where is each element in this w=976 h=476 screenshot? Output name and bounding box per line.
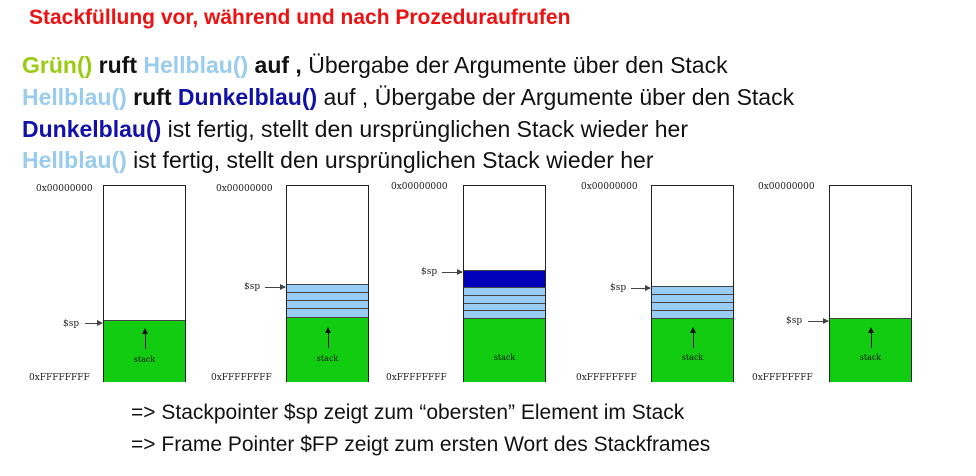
bottom-address-label: 0xFFFFFFFF xyxy=(386,373,447,383)
lightblue-frame-row xyxy=(287,292,368,300)
green-frame: stack xyxy=(830,318,911,382)
lightblue-frame-row xyxy=(464,295,545,303)
stack-label: stack xyxy=(133,355,156,364)
stack-box: stack xyxy=(286,185,369,382)
page-title: Stackfüllung vor, während und nach Proze… xyxy=(29,6,571,29)
growth-arrow xyxy=(142,328,148,349)
bottom-address-label: 0xFFFFFFFF xyxy=(576,373,637,383)
sp-label: $sp xyxy=(244,282,261,292)
stack-box: stack xyxy=(463,185,546,382)
proc-dunkelblau: Dunkelblau() xyxy=(177,84,318,110)
proc-hellblau: Hellblau() xyxy=(143,52,249,78)
top-address-label: 0x00000000 xyxy=(581,182,638,192)
line-rest: Übergabe der Argumente über den Stack xyxy=(301,52,728,78)
bottom-address-label: 0xFFFFFFFF xyxy=(29,373,90,383)
sp-arrow xyxy=(85,320,103,326)
auf-word: auf , xyxy=(254,52,302,78)
stack-box: stack xyxy=(103,185,186,382)
ruft-word: ruft xyxy=(98,52,137,78)
proc-dunkelblau: Dunkelblau() xyxy=(22,116,162,142)
green-frame: stack xyxy=(464,318,545,382)
lightblue-frame-row xyxy=(652,310,733,318)
sp-arrow xyxy=(808,318,829,324)
stack-box: stack xyxy=(651,185,734,382)
lightblue-frame-row xyxy=(287,300,368,308)
sp-arrow xyxy=(265,284,286,290)
stack-box: stack xyxy=(829,185,912,382)
top-address-label: 0x00000000 xyxy=(391,182,448,192)
line-rest: auf , Übergabe der Argumente über den St… xyxy=(317,84,795,110)
sp-label: $sp xyxy=(63,319,80,329)
call-line-2: Hellblau() ruft Dunkelblau() auf , Überg… xyxy=(22,84,794,111)
growth-arrow xyxy=(868,327,874,348)
sp-label: $sp xyxy=(610,283,627,293)
green-frame: stack xyxy=(287,317,368,382)
bottom-address-label: 0xFFFFFFFF xyxy=(752,373,813,383)
lightblue-frame-row xyxy=(652,302,733,310)
sp-arrow xyxy=(631,285,651,291)
proc-hellblau: Hellblau() xyxy=(22,147,127,173)
lightblue-frame-row xyxy=(464,287,545,295)
return-line-1: Dunkelblau() ist fertig, stellt den ursp… xyxy=(22,116,688,143)
sp-arrow xyxy=(442,269,463,275)
note-stackpointer: => Stackpointer $sp zeigt zum “obersten”… xyxy=(131,401,685,424)
call-line-1: Grün() ruft Hellblau() auf , Übergabe de… xyxy=(22,52,728,79)
lightblue-frame-row xyxy=(464,303,545,310)
lightblue-frame-row xyxy=(287,308,368,317)
stack-label: stack xyxy=(493,353,516,362)
lightblue-frame-row xyxy=(652,294,733,302)
stack-label: stack xyxy=(859,353,882,362)
lightblue-frame-row xyxy=(287,284,368,292)
stack-label: stack xyxy=(681,353,704,362)
line-rest: ist fertig, stellt den ursprünglichen St… xyxy=(161,116,688,142)
note-framepointer: => Frame Pointer $FP zeigt zum ersten Wo… xyxy=(131,433,711,456)
top-address-label: 0x00000000 xyxy=(36,184,93,194)
bottom-address-label: 0xFFFFFFFF xyxy=(211,373,272,383)
sp-label: $sp xyxy=(421,267,438,277)
ruft-word: ruft xyxy=(133,84,172,110)
growth-arrow xyxy=(690,327,696,348)
sp-label: $sp xyxy=(786,316,803,326)
lightblue-frame-row xyxy=(652,286,733,294)
proc-hellblau: Hellblau() xyxy=(22,84,127,110)
return-line-2: Hellblau() ist fertig, stellt den ursprü… xyxy=(22,147,653,174)
darkblue-frame xyxy=(464,270,545,287)
green-frame: stack xyxy=(652,318,733,382)
stack-label: stack xyxy=(316,354,339,363)
lightblue-frame-row xyxy=(464,310,545,318)
top-address-label: 0x00000000 xyxy=(758,182,815,192)
top-address-label: 0x00000000 xyxy=(216,184,273,194)
growth-arrow xyxy=(325,327,331,348)
green-frame: stack xyxy=(104,320,185,382)
line-rest: ist fertig, stellt den ursprünglichen St… xyxy=(126,147,654,173)
proc-gruen: Grün() xyxy=(22,52,93,78)
